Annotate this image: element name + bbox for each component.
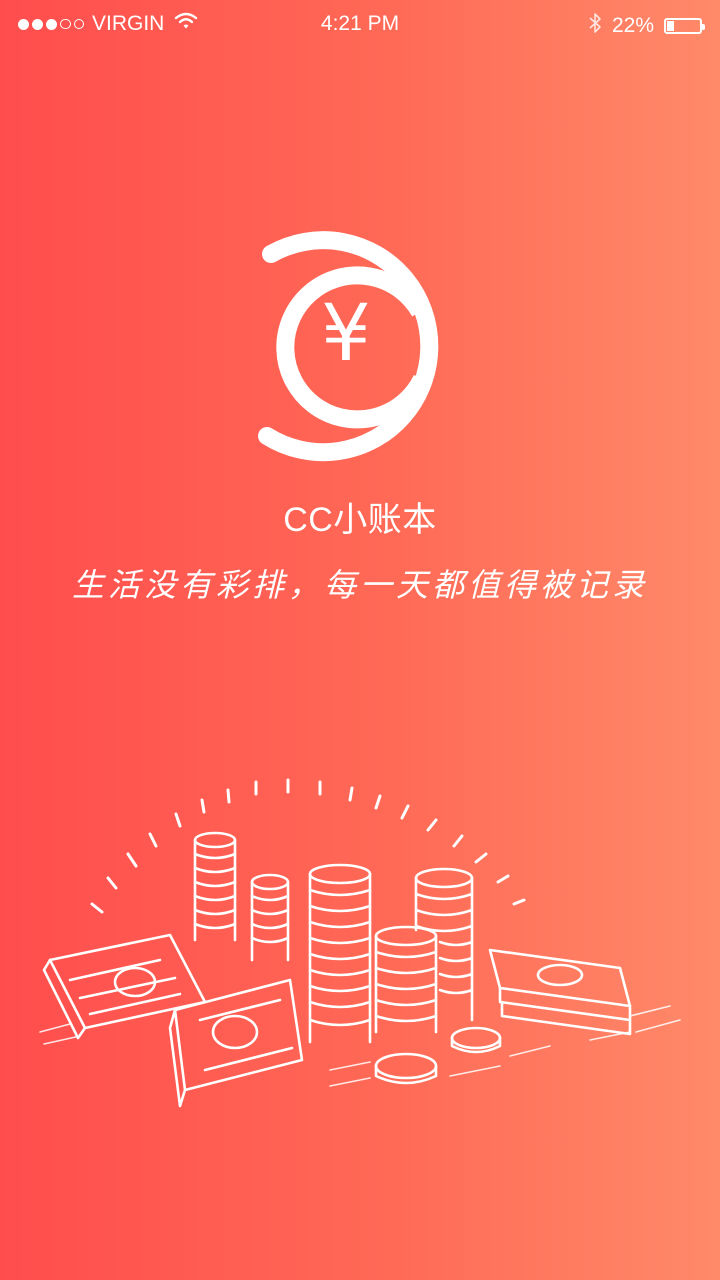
app-name: CC小账本 [283, 501, 437, 539]
battery-icon [664, 18, 705, 34]
logo-yen-symbol: ¥ [321, 289, 371, 379]
bluetooth-icon [588, 12, 602, 40]
status-right: 22% [588, 12, 705, 40]
status-bar: VIRGIN 4:21 PM 22% [0, 0, 720, 52]
money-pile-illustration [39, 778, 681, 1108]
yen-coin-logo: ¥ [258, 231, 439, 462]
slogan: 生活没有彩排，每一天都值得被记录 [71, 566, 648, 604]
battery-percent: 22% [611, 14, 654, 37]
battery-level [667, 21, 675, 31]
